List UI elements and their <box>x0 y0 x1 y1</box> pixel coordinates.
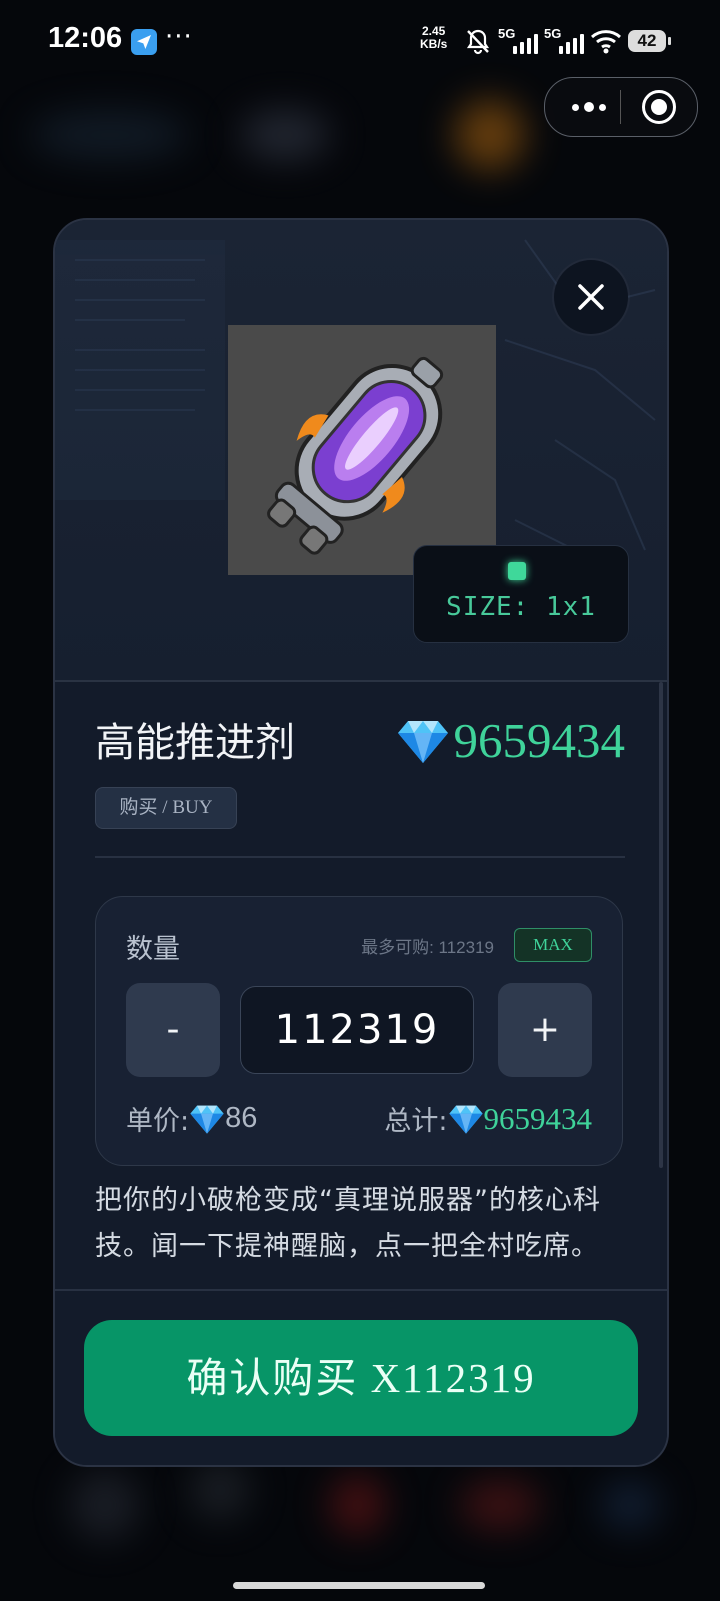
item-description: 把你的小破枪变成“真理说服器”的核心科技。闻一下提神醒脑，点一把全村吃席。 <box>95 1185 601 1262</box>
size-text: SIZE: 1x1 <box>446 592 596 622</box>
telegram-icon <box>131 29 157 55</box>
status-icons: 5G 5G 42 <box>464 24 671 58</box>
item-preview-area: SIZE: 1x1 <box>55 220 667 680</box>
quantity-label: 数量 <box>126 934 180 965</box>
size-indicator-led <box>508 562 526 580</box>
signal-sim2-icon: 5G <box>544 26 584 56</box>
total-price-label: 总计: <box>384 1106 448 1137</box>
propellant-item-icon <box>228 325 496 575</box>
decrease-button[interactable]: - <box>126 983 220 1077</box>
status-time: 12:06 <box>48 22 123 54</box>
miniprogram-capsule <box>544 77 698 137</box>
signal-sim1-icon: 5G <box>498 26 538 56</box>
item-price-value: 9659434 <box>453 713 626 768</box>
gem-icon <box>397 721 448 763</box>
max-buy-text: 最多可购: 112319 <box>361 938 494 957</box>
gem-icon <box>448 1105 483 1134</box>
home-indicator[interactable] <box>233 1582 485 1589</box>
mute-bell-icon <box>466 29 490 55</box>
increase-button[interactable]: + <box>498 983 592 1077</box>
close-button[interactable] <box>554 260 628 334</box>
buy-tag: 购买 / BUY <box>95 787 237 829</box>
quantity-input[interactable]: 112319 <box>240 986 474 1074</box>
max-button[interactable]: MAX <box>514 928 592 962</box>
close-icon <box>578 284 604 310</box>
unit-price-label: 单价: <box>126 1106 190 1137</box>
content-scrollbar[interactable] <box>659 682 663 1168</box>
item-title: 高能推进剂 <box>95 720 295 766</box>
capsule-divider <box>620 90 621 124</box>
size-badge: SIZE: 1x1 <box>413 545 629 643</box>
battery-icon: 42 <box>628 30 671 52</box>
gem-icon <box>190 1105 224 1134</box>
status-bar: 12:06 ··· 2.45 KB/s 5G 5G 42 <box>0 0 720 82</box>
hero-divider <box>55 680 667 682</box>
total-price: 总计: 9659434 <box>384 1099 592 1138</box>
confirm-purchase-button[interactable]: 确认购买 X112319 <box>84 1320 638 1436</box>
purchase-modal: SIZE: 1x1 高能推进剂 9659434 购买 / BUY 数量 最多可购… <box>53 218 669 1467</box>
status-more: ··· <box>165 22 193 52</box>
modal-footer: 确认购买 X112319 <box>55 1291 667 1465</box>
item-price: 9659434 <box>396 712 626 770</box>
unit-price-value: 86 <box>225 1102 258 1134</box>
total-price-value: 9659434 <box>483 1100 593 1136</box>
capsule-target-icon[interactable] <box>642 90 676 124</box>
net-speed-unit: KB/s <box>420 37 448 51</box>
quantity-panel: 数量 最多可购: 112319 MAX - 112319 + 单价: 86 总计… <box>95 896 623 1166</box>
unit-price: 单价: 86 <box>126 1099 257 1138</box>
net-speed: 2.45 KB/s <box>420 25 447 51</box>
title-divider <box>95 856 625 858</box>
capsule-more-icon[interactable] <box>565 88 613 126</box>
wifi-icon <box>591 30 621 54</box>
